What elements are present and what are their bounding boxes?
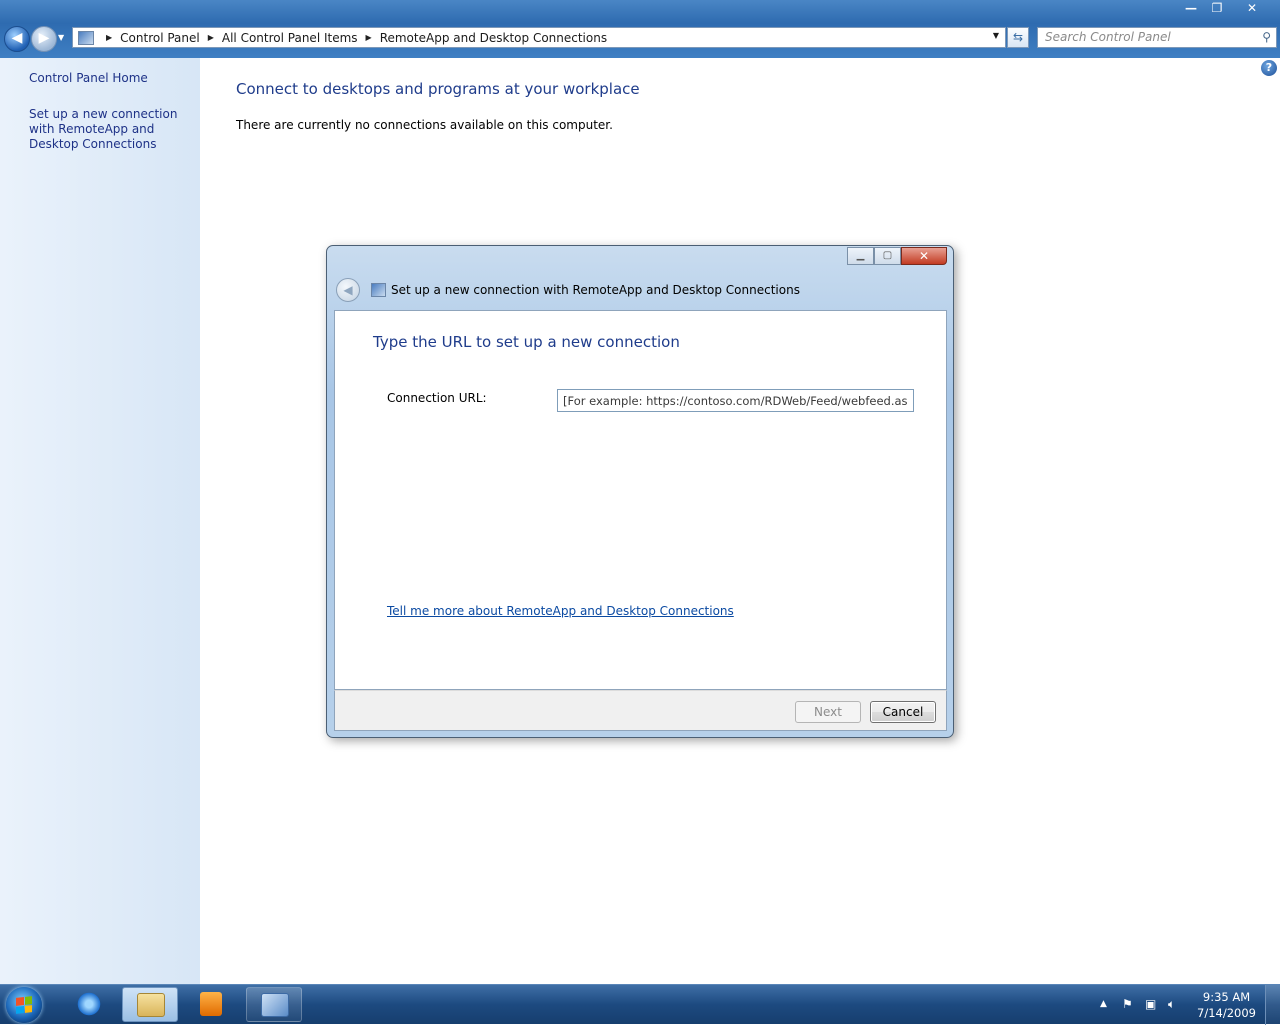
- control-panel-icon: [78, 30, 94, 45]
- close-button[interactable]: ✕: [1230, 0, 1274, 18]
- show-desktop-button[interactable]: [1265, 985, 1280, 1025]
- dialog-back-button: ◀: [336, 278, 360, 302]
- arrow-left-icon: ◀: [343, 283, 353, 297]
- search-icon[interactable]: ⚲: [1262, 28, 1271, 47]
- volume-icon[interactable]: 🔈︎: [1168, 997, 1175, 1012]
- dialog-maximize-button: ▢: [874, 247, 901, 265]
- page-title: Connect to desktops and programs at your…: [236, 80, 640, 98]
- recent-pages-dropdown[interactable]: ▼: [58, 33, 64, 42]
- network-icon[interactable]: ▣: [1145, 997, 1156, 1011]
- arrow-right-icon: ▶: [38, 30, 50, 46]
- breadcrumb-arrow-icon[interactable]: ▶: [208, 33, 214, 42]
- connection-url-label: Connection URL:: [387, 391, 487, 405]
- address-dropdown-icon[interactable]: ▼: [993, 31, 999, 40]
- address-bar[interactable]: ▶ Control Panel ▶ All Control Panel Item…: [72, 27, 1006, 48]
- explorer-titlebar: — ❐ ✕ ◀ ▶ ▼ ▶ Control Panel ▶ All Contro…: [0, 0, 1280, 58]
- sidebar-item-setup-connection[interactable]: Set up a new connection with RemoteApp a…: [29, 107, 191, 152]
- start-button[interactable]: [6, 987, 42, 1023]
- forward-button[interactable]: ▶: [31, 26, 57, 52]
- refresh-button[interactable]: ⇆: [1007, 27, 1029, 48]
- clock-time: 9:35 AM: [1202, 990, 1251, 1004]
- show-hidden-icons-icon[interactable]: ▲: [1100, 999, 1107, 1009]
- clock[interactable]: 9:35 AM 7/14/2009: [1197, 989, 1256, 1021]
- dialog-footer: Next Cancel: [334, 690, 947, 731]
- minimize-button[interactable]: —: [1178, 0, 1204, 18]
- dialog-body: Type the URL to set up a new connection …: [334, 310, 947, 690]
- media-player-icon: [200, 992, 222, 1016]
- chevron-down-icon: ▼: [58, 33, 65, 42]
- help-icon[interactable]: ?: [1261, 60, 1277, 76]
- dialog-minimize-button: ▁: [847, 247, 874, 265]
- refresh-icon: ⇆: [1012, 30, 1024, 44]
- cancel-button[interactable]: Cancel: [870, 701, 936, 723]
- breadcrumb-remoteapp[interactable]: RemoteApp and Desktop Connections: [380, 31, 607, 45]
- dialog-close-button[interactable]: ✕: [901, 247, 947, 265]
- next-button[interactable]: Next: [795, 701, 861, 723]
- breadcrumb-arrow-icon[interactable]: ▶: [106, 33, 112, 42]
- sidebar-item-control-panel-home[interactable]: Control Panel Home: [29, 71, 191, 86]
- status-text: There are currently no connections avail…: [236, 118, 613, 132]
- restore-button[interactable]: ❐: [1204, 0, 1230, 18]
- taskbar-windows-explorer[interactable]: [122, 987, 178, 1022]
- setup-connection-dialog: ▁ ▢ ✕ ◀ Set up a new connection with Rem…: [326, 245, 954, 738]
- arrow-left-icon: ◀: [11, 30, 23, 46]
- dialog-heading: Type the URL to set up a new connection: [373, 333, 680, 351]
- breadcrumb-control-panel[interactable]: Control Panel: [120, 31, 200, 45]
- taskbar: ▲ ⚑ ▣ 🔈︎ 9:35 AM 7/14/2009: [0, 984, 1280, 1025]
- taskbar-media-player[interactable]: [183, 987, 239, 1022]
- internet-explorer-icon: [75, 992, 103, 1016]
- taskbar-internet-explorer[interactable]: [61, 987, 117, 1022]
- folder-icon: [137, 993, 165, 1017]
- dialog-title: Set up a new connection with RemoteApp a…: [391, 283, 800, 297]
- remoteapp-icon: [371, 283, 386, 297]
- windows-logo-icon: [16, 996, 32, 1014]
- control-panel-icon: [261, 993, 289, 1017]
- task-pane: Control Panel Home Set up a new connecti…: [0, 58, 200, 984]
- search-placeholder: Search Control Panel: [1045, 30, 1171, 44]
- window-caption-buttons: — ❐ ✕: [1178, 0, 1274, 18]
- breadcrumb-arrow-icon[interactable]: ▶: [366, 33, 372, 42]
- breadcrumb-all-items[interactable]: All Control Panel Items: [222, 31, 358, 45]
- back-button[interactable]: ◀: [4, 26, 30, 52]
- more-info-link[interactable]: Tell me more about RemoteApp and Desktop…: [387, 604, 734, 618]
- connection-url-input[interactable]: [557, 389, 914, 412]
- notification-area: ▲ ⚑ ▣ 🔈︎ 9:35 AM 7/14/2009: [1090, 985, 1280, 1025]
- search-input[interactable]: Search Control Panel ⚲: [1037, 27, 1277, 48]
- taskbar-control-panel[interactable]: [246, 987, 302, 1022]
- dialog-caption-buttons: ▁ ▢ ✕: [847, 247, 947, 265]
- clock-date: 7/14/2009: [1197, 1006, 1256, 1020]
- action-center-flag-icon[interactable]: ⚑: [1122, 997, 1133, 1011]
